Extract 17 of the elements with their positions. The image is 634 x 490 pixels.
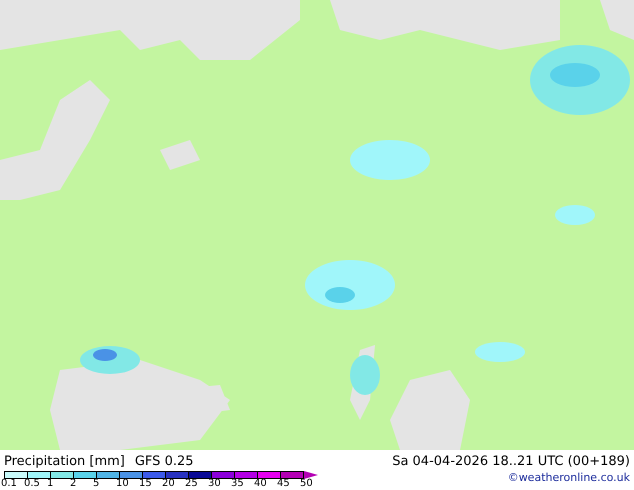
scale-label: 40 <box>254 479 268 489</box>
scale-label: 0.5 <box>24 479 41 489</box>
scale-label: 15 <box>139 479 153 489</box>
scale-label: 10 <box>116 479 130 489</box>
scale-label: 5 <box>93 479 100 489</box>
scale-label: 25 <box>185 479 199 489</box>
scale-label: 1 <box>47 479 54 489</box>
scale-label: 50 <box>300 479 314 489</box>
model-name: GFS 0.25 <box>134 453 194 471</box>
legend-title: Precipitation [mm] <box>4 453 125 471</box>
scale-label: 35 <box>231 479 245 489</box>
scale-label: 45 <box>277 479 291 489</box>
scale-label: 0.1 <box>1 479 18 489</box>
credit-link[interactable]: ©weatheronline.co.uk <box>508 471 630 484</box>
scale-arrow-icon <box>304 471 318 479</box>
scale-label: 20 <box>162 479 176 489</box>
valid-time: Sa 04-04-2026 18..21 UTC (00+189) <box>392 453 630 471</box>
